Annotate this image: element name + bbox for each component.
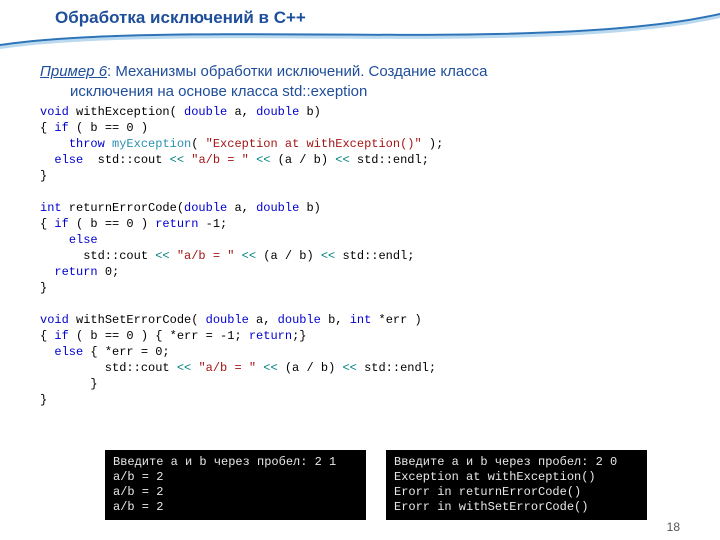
example-subtitle: Пример 6: Механизмы обработки исключений… — [40, 62, 680, 101]
console-output-2: Введите a и b через пробел: 2 0 Exceptio… — [386, 450, 647, 520]
code-listing: void withException( double a, double b) … — [40, 104, 680, 408]
example-label: Пример 6 — [40, 63, 107, 80]
slide-title: Обработка исключений в С++ — [55, 8, 306, 28]
page-number: 18 — [667, 520, 680, 534]
subtitle-text-1: : Механизмы обработки исключений. Создан… — [107, 63, 488, 80]
console-outputs: Введите a и b через пробел: 2 1 a/b = 2 … — [105, 450, 647, 520]
subtitle-text-2: исключения на основе класса std::exeptio… — [40, 82, 680, 102]
console-output-1: Введите a и b через пробел: 2 1 a/b = 2 … — [105, 450, 366, 520]
